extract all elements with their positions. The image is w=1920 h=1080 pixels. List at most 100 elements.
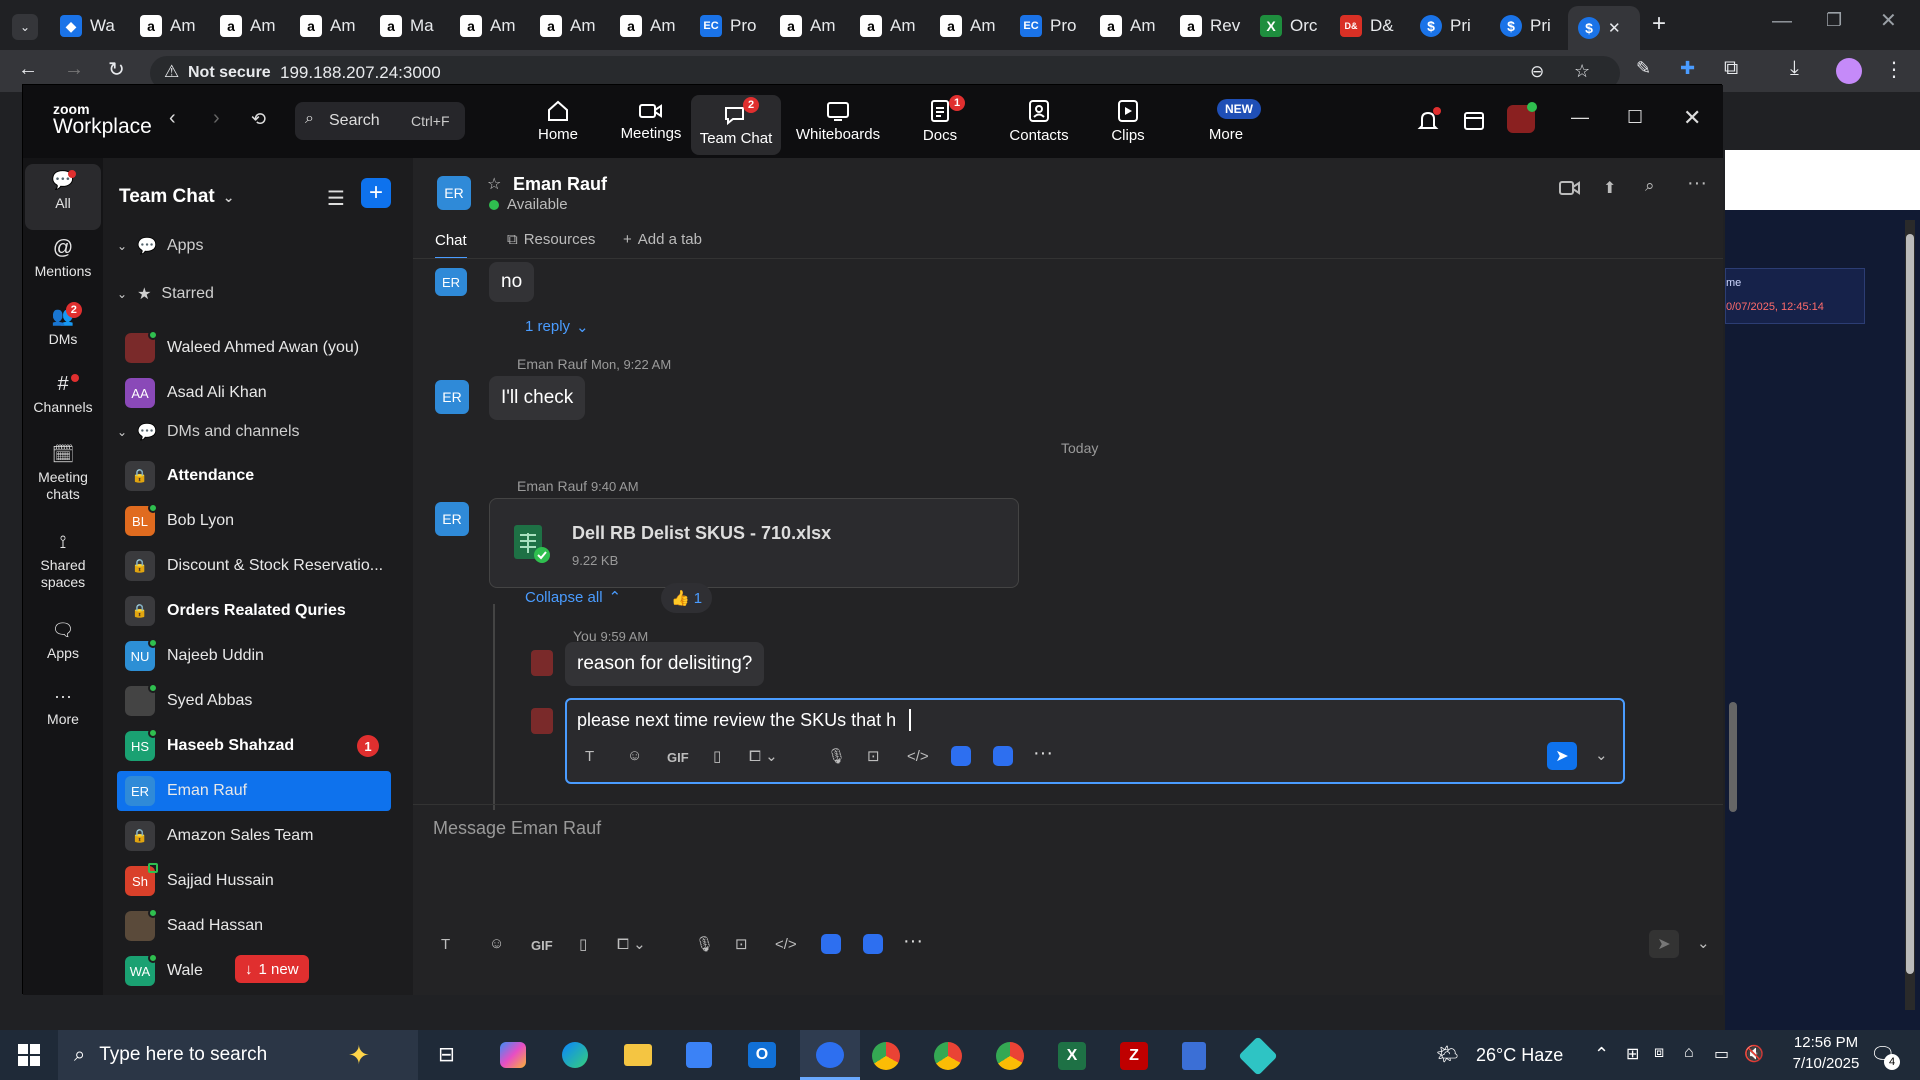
rail-mentions[interactable]: @ Mentions [25,238,101,280]
list-item[interactable]: HS Haseeb Shahzad 1 [117,726,391,766]
browser-menu-icon[interactable]: ⋮ [1884,57,1904,82]
minimize-icon[interactable]: — [1772,10,1792,33]
file-icon[interactable]: ▯ [579,935,587,953]
tab-add[interactable]: + Add a tab [623,231,702,248]
share-screen-icon[interactable]: ⬆ [1603,178,1616,198]
gif-icon[interactable]: GIF [667,750,689,765]
list-item[interactable]: BL Bob Lyon [117,501,391,541]
nav-more[interactable]: ·· More NEW [1181,85,1271,158]
new-tab-plus-icon[interactable]: + [1652,10,1666,38]
copilot-icon[interactable] [500,1042,526,1068]
rail-shared-spaces[interactable]: ⟟ Shared spaces [25,533,101,591]
format-text-icon[interactable]: T [441,936,450,953]
message-bubble[interactable]: I'll check [489,376,586,420]
chat-scrollbar[interactable] [1729,264,1737,844]
list-item[interactable]: 🔒 Discount & Stock Reservatio... [117,546,391,586]
outlook-icon[interactable]: O [748,1042,776,1068]
zoom-chat-app-icon[interactable] [993,746,1013,766]
video-message-icon[interactable]: ⊡ [735,935,748,953]
sparkle-icon[interactable]: ✦ [348,1040,370,1071]
battery-icon[interactable]: ▭ [1714,1044,1729,1064]
list-item[interactable]: 🔒 Amazon Sales Team [117,816,391,856]
edge-icon[interactable] [562,1042,588,1068]
new-messages-jump-button[interactable]: ↓ 1 new [235,955,309,983]
list-item[interactable]: Waleed Ahmed Awan (you) [117,328,391,368]
weather-text[interactable]: 26°C Haze [1476,1045,1563,1066]
weather-icon[interactable]: 🌤 [1436,1044,1459,1065]
message-input[interactable]: Message Eman Rauf [433,818,601,839]
zoom-lens-icon[interactable]: ⊖ [1530,62,1544,82]
back-chevron-icon[interactable]: ‹ [169,107,176,130]
browser-tab[interactable]: a Rev [1170,10,1240,42]
page-scrollbar[interactable] [1905,220,1915,1010]
puzzle-extensions-icon[interactable]: ⧉ [1724,57,1738,80]
restore-icon[interactable]: ❐ [1826,10,1842,31]
nav-contacts[interactable]: Contacts [989,85,1089,158]
excel-icon[interactable]: X [1058,1042,1086,1070]
volume-muted-icon[interactable]: 🔇 [1744,1044,1764,1064]
user-avatar[interactable] [1507,102,1537,133]
filezilla-icon[interactable]: Z [1120,1042,1148,1070]
rail-dms[interactable]: 👥 2 DMs [25,302,101,348]
browser-tab[interactable]: a Am [1090,10,1156,42]
back-arrow-icon[interactable]: ← [18,58,38,81]
browser-tab[interactable]: a Am [850,10,916,42]
browser-tab[interactable]: a Am [770,10,836,42]
section-dms-channels[interactable]: ⌄ 💬 DMs and channels [117,422,300,442]
rail-apps[interactable]: 🗨 Apps [25,621,101,662]
new-chat-plus-button[interactable]: + [361,178,391,208]
message-bubble[interactable]: reason for delisiting? [565,642,765,686]
code-snippet-icon[interactable]: </> [907,748,929,765]
collapse-all-link[interactable]: Collapse all ⌃ [525,588,621,607]
maximize-icon[interactable]: ☐ [1627,107,1643,128]
send-icon[interactable]: ➤ [1649,930,1679,958]
microphone-icon[interactable]: 🎙 [827,747,846,765]
list-item[interactable]: AA Asad Ali Khan [117,373,391,413]
nav-team-chat[interactable]: Team Chat 2 [691,95,781,155]
filter-icon[interactable]: ☰ [327,186,345,211]
calendar-icon[interactable] [1463,109,1485,131]
browser-tab[interactable]: ◆ Wa [50,10,115,42]
code-snippet-icon[interactable]: </> [775,936,797,953]
team-chat-dropdown[interactable]: Team Chat ⌄ [119,186,234,208]
thread-replies-link[interactable]: 1 reply ⌄ [525,318,589,336]
search-icon[interactable]: ⌕ [1645,176,1655,196]
extension-icon[interactable]: ✚ [1680,58,1695,79]
browser-tab[interactable]: a Ma [370,10,434,42]
send-icon[interactable]: ➤ [1547,742,1577,770]
forward-chevron-icon[interactable]: › [213,107,220,130]
reaction-chip[interactable]: 👍 1 [661,583,713,613]
browser-tab[interactable]: a Am [930,10,996,42]
browser-tab[interactable]: a Am [210,10,276,42]
tab-search-button[interactable]: ⌄ [12,14,38,40]
file-explorer-icon[interactable] [624,1044,652,1066]
browser-tab[interactable]: $ Pri [1410,10,1471,42]
nav-home[interactable]: Home [513,85,603,158]
section-apps[interactable]: ⌄ 💬 Apps [117,236,203,256]
tray-chevron-up-icon[interactable]: ⌃ [1594,1044,1609,1065]
tray-icon[interactable]: ⧈ [1654,1044,1664,1062]
app-icon[interactable] [1238,1036,1278,1076]
tray-icon[interactable]: ⊞ [1626,1044,1639,1064]
more-options-icon[interactable]: ··· [1687,172,1707,195]
chrome-icon[interactable] [934,1042,962,1070]
more-options-icon[interactable]: ··· [903,930,923,953]
contact-name[interactable]: Eman Rauf [513,174,607,195]
file-attachment-card[interactable]: Dell RB Delist SKUS - 710.xlsx 9.22 KB [489,498,1019,588]
search-box[interactable]: ⌕ Search Ctrl+F [295,102,465,140]
message-bubble[interactable]: no [489,262,535,302]
screenshot-icon[interactable]: ⧠ ⌄ [617,935,646,953]
browser-tab[interactable]: D& D& [1330,10,1394,42]
browser-tab[interactable]: a Am [450,10,516,42]
tab-chat[interactable]: Chat [435,232,467,259]
video-message-icon[interactable]: ⊡ [867,747,880,765]
zoom-app-icon[interactable] [951,746,971,766]
profile-avatar[interactable] [1836,58,1862,84]
browser-tab[interactable]: a Am [530,10,596,42]
format-text-icon[interactable]: T [585,748,594,765]
browser-tab[interactable]: EC Pro [690,10,756,42]
store-icon[interactable] [686,1042,712,1068]
list-item[interactable]: 🔒 Orders Realated Quries [117,591,391,631]
chrome-icon[interactable] [872,1042,900,1070]
rail-channels[interactable]: # Channels [25,374,101,416]
